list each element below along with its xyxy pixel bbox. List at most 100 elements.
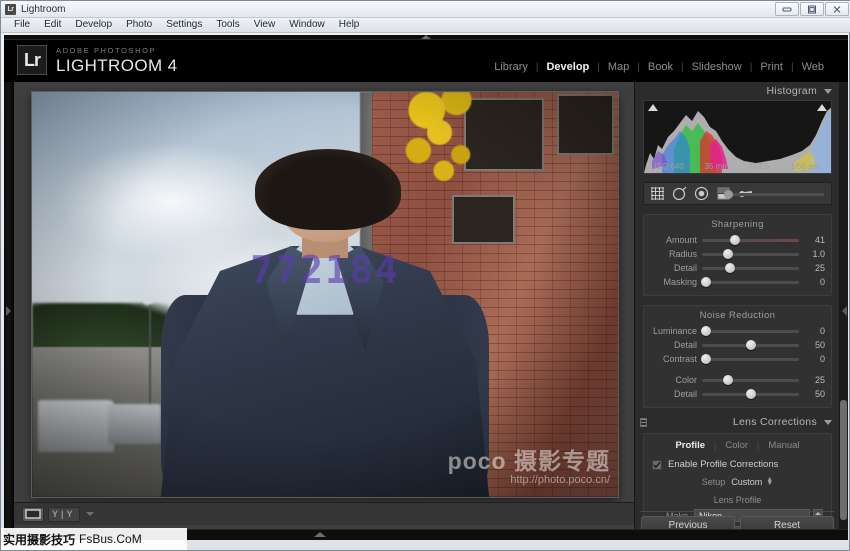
before-after-button[interactable]: Y|Y [48, 506, 80, 522]
nr-luminance-detail-slider[interactable] [702, 340, 799, 350]
tab-manual[interactable]: Manual [759, 440, 808, 451]
slider-row[interactable]: Detail 50 [644, 338, 831, 352]
sharpening-detail-slider[interactable] [702, 263, 799, 273]
photo-frame: 772184 poco 摄影专题 http://photo.poco.cn/ [32, 92, 618, 497]
module-picker: Library | Develop | Map | Book | Slidesh… [486, 60, 832, 74]
os-window: Lr Lightroom File Edit Develop Photo Set… [0, 0, 850, 551]
maximize-button[interactable] [800, 2, 824, 16]
sharpening-radius-slider[interactable] [702, 249, 799, 259]
sharpening-title: Sharpening [711, 219, 764, 230]
slider-knob[interactable] [725, 263, 736, 273]
right-panel: Histogram ISO 640 35 mm f / 2.5 1/50 sec… [634, 82, 848, 540]
exif-iso: ISO 640 [654, 162, 684, 171]
image-viewer[interactable]: 772184 poco 摄影专题 http://photo.poco.cn/ [14, 82, 634, 540]
crop-overlay-icon[interactable] [650, 186, 665, 201]
slider-row[interactable]: Detail 25 [644, 261, 831, 275]
module-develop[interactable]: Develop [538, 60, 597, 74]
sharpening-amount-slider[interactable] [702, 235, 799, 245]
menu-item-develop[interactable]: Develop [68, 18, 119, 32]
module-slideshow[interactable]: Slideshow [684, 60, 750, 74]
module-book[interactable]: Book [640, 60, 681, 74]
exif-aperture: f / 2.5 [749, 162, 770, 171]
tab-profile[interactable]: Profile [666, 440, 714, 451]
menu-item-file[interactable]: File [7, 18, 37, 32]
lens-corrections-header[interactable]: Lens Corrections [635, 413, 840, 431]
nr-luminance-contrast-value: 0 [819, 354, 825, 364]
slider-knob[interactable] [700, 326, 711, 336]
adobe-logo-group: Lr ADOBE PHOTOSHOP LIGHTROOM 4 [17, 45, 178, 75]
slider-knob[interactable] [723, 375, 734, 385]
enable-profile-corrections-row[interactable]: Enable Profile Corrections [644, 457, 831, 472]
slider-row[interactable]: Detail 50 [644, 387, 831, 401]
setup-row[interactable]: Setup Custom ▲ ▼ [644, 474, 831, 489]
product-name: LIGHTROOM 4 [56, 55, 178, 75]
chevron-down-icon[interactable] [85, 512, 94, 516]
histogram-header[interactable]: Histogram [635, 82, 840, 100]
slider-row[interactable]: Amount 41 [644, 233, 831, 247]
slider-knob[interactable] [729, 235, 740, 245]
nr-color-detail-slider[interactable] [702, 389, 799, 399]
scrollbar-thumb[interactable] [840, 400, 847, 520]
window-title: Lightroom [21, 3, 66, 15]
left-panel-collapse-bar[interactable] [4, 82, 14, 540]
minimize-button[interactable] [775, 2, 799, 16]
right-panel-scroll-content: Histogram ISO 640 35 mm f / 2.5 1/50 sec… [635, 82, 840, 540]
brush-size-knob[interactable] [724, 190, 733, 199]
lightroom-app: Lr ADOBE PHOTOSHOP LIGHTROOM 4 Library |… [4, 35, 848, 540]
slider-row[interactable]: Masking 0 [644, 275, 831, 289]
menu-item-window[interactable]: Window [282, 18, 332, 32]
sharpening-section: Sharpening Amount 41 Radius 1.0 Detail 2… [643, 214, 832, 296]
shadow-clipping-icon[interactable] [648, 104, 658, 111]
stepper-icon[interactable]: ▲ ▼ [766, 476, 773, 487]
nr-color-value: 25 [814, 375, 825, 385]
loupe-view-icon[interactable] [22, 506, 44, 522]
sharpening-amount-label: Amount [665, 235, 697, 245]
menu-item-photo[interactable]: Photo [119, 18, 159, 32]
module-map[interactable]: Map [600, 60, 637, 74]
menu-item-settings[interactable]: Settings [159, 18, 209, 32]
menu-item-tools[interactable]: Tools [209, 18, 246, 32]
right-panel-collapse-icon[interactable] [842, 306, 847, 316]
site-watermark-cn: 实用摄影技巧 [3, 532, 76, 547]
enable-profile-corrections-checkbox[interactable] [652, 459, 662, 470]
module-web[interactable]: Web [794, 60, 832, 74]
histogram-graph[interactable]: ISO 640 35 mm f / 2.5 1/50 sec [643, 100, 832, 174]
panel-switch-icon[interactable] [640, 418, 647, 427]
tab-color[interactable]: Color [716, 440, 757, 451]
nr-color-slider[interactable] [702, 375, 799, 385]
photo-number-watermark: 772184 [250, 248, 400, 293]
site-watermark: 实用摄影技巧 FsBus.CoM [1, 528, 187, 550]
slider-knob[interactable] [700, 354, 711, 364]
red-eye-icon[interactable] [694, 186, 709, 201]
slider-knob[interactable] [700, 277, 711, 287]
spot-removal-icon[interactable] [672, 186, 687, 201]
slider-knob[interactable] [745, 340, 756, 350]
slider-row[interactable]: Color 25 [644, 373, 831, 387]
nr-luminance-detail-label: Detail [673, 340, 697, 350]
module-print[interactable]: Print [752, 60, 791, 74]
histogram-title: Histogram [766, 85, 817, 97]
sharpening-radius-value: 1.0 [812, 249, 825, 259]
nr-luminance-contrast-slider[interactable] [700, 354, 799, 364]
highlight-clipping-icon[interactable] [817, 104, 827, 111]
nr-luminance-slider[interactable] [700, 326, 799, 336]
sharpening-masking-slider[interactable] [700, 277, 799, 287]
slider-knob[interactable] [745, 389, 756, 399]
lens-corrections-title: Lens Corrections [732, 416, 817, 428]
brush-size-slider[interactable] [724, 190, 824, 199]
module-library[interactable]: Library [486, 60, 536, 74]
sharpening-detail-value: 25 [814, 263, 825, 273]
nr-color-label: Color [675, 375, 697, 385]
slider-row[interactable]: Luminance 0 [644, 324, 831, 338]
menu-item-view[interactable]: View [247, 18, 283, 32]
menu-item-edit[interactable]: Edit [37, 18, 68, 32]
menu-item-help[interactable]: Help [332, 18, 367, 32]
slider-row[interactable]: Contrast 0 [644, 352, 831, 366]
setup-value[interactable]: Custom [731, 477, 762, 487]
enable-profile-corrections-label: Enable Profile Corrections [668, 459, 779, 470]
slider-row[interactable]: Radius 1.0 [644, 247, 831, 261]
chevron-down-icon[interactable] [824, 88, 832, 94]
chevron-down-icon[interactable] [824, 419, 832, 425]
slider-knob[interactable] [723, 249, 734, 259]
close-button[interactable] [825, 2, 849, 16]
